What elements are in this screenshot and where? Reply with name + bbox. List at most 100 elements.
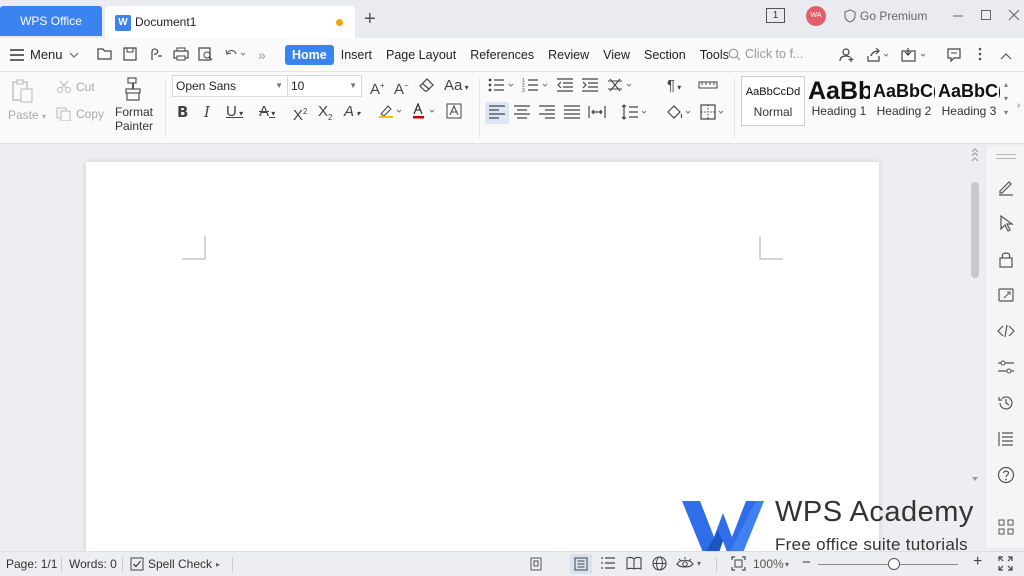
window-count-icon[interactable]: 1: [766, 8, 785, 23]
vertical-scrollbar[interactable]: [968, 146, 982, 548]
main-menu-button[interactable]: Menu: [10, 47, 79, 62]
fit-page-icon[interactable]: [731, 556, 746, 574]
scroll-top-icon[interactable]: [971, 148, 979, 162]
new-tab-button[interactable]: +: [364, 8, 376, 31]
reading-view-icon[interactable]: [626, 556, 642, 573]
align-right-icon[interactable]: [538, 104, 556, 125]
strikethrough-icon[interactable]: A ▾: [259, 103, 275, 123]
text-effects-icon[interactable]: A ▾: [344, 103, 360, 123]
apps-grid-icon[interactable]: [996, 518, 1016, 538]
zoom-level[interactable]: 100%: [753, 557, 784, 571]
web-layout-icon[interactable]: [652, 556, 667, 574]
style-heading-3[interactable]: AaBbC( Heading 3: [938, 76, 1000, 126]
spell-check-button[interactable]: Spell Check ▸: [130, 557, 220, 571]
tab-review[interactable]: Review: [541, 45, 596, 65]
lock-icon[interactable]: [996, 250, 1016, 270]
decrease-font-size-icon[interactable]: A−: [394, 77, 409, 99]
change-case-icon[interactable]: Aa ▾: [444, 77, 469, 97]
font-color-icon[interactable]: [411, 102, 437, 124]
bulleted-list-icon[interactable]: [488, 77, 516, 98]
more-options-icon[interactable]: [978, 47, 982, 64]
shading-icon[interactable]: [665, 104, 693, 125]
borders-icon[interactable]: [700, 104, 728, 125]
tab-page-layout[interactable]: Page Layout: [379, 45, 463, 65]
numbered-list-icon[interactable]: 123: [522, 77, 550, 98]
collapse-ribbon-icon[interactable]: [1000, 47, 1012, 63]
zoom-in-button[interactable]: +: [973, 553, 982, 571]
navigation-pane-icon[interactable]: [996, 430, 1016, 450]
minimize-icon[interactable]: [952, 8, 964, 24]
tab-references[interactable]: References: [463, 45, 541, 65]
cut-button[interactable]: Cut: [56, 80, 95, 94]
align-center-icon[interactable]: [513, 104, 531, 125]
justify-icon[interactable]: [563, 104, 581, 125]
open-folder-icon[interactable]: [97, 47, 113, 64]
styles-scroll-icon[interactable]: ▴ ▾ ▾: [1004, 78, 1008, 120]
style-normal[interactable]: AaBbCcDd Normal: [741, 76, 805, 126]
ribbon-scroll-right-icon[interactable]: ›: [1017, 100, 1020, 111]
format-painter-button[interactable]: Format Painter: [114, 76, 154, 133]
fullscreen-icon[interactable]: [998, 556, 1013, 574]
subscript-icon[interactable]: X2: [318, 103, 332, 127]
outline-view-icon[interactable]: [600, 556, 616, 573]
document-protection-icon[interactable]: [529, 556, 543, 575]
close-icon[interactable]: [1008, 8, 1020, 24]
font-name-select[interactable]: Open Sans ▼: [172, 75, 288, 97]
superscript-icon[interactable]: X2: [293, 103, 307, 125]
tab-insert[interactable]: Insert: [334, 45, 379, 65]
paste-button[interactable]: [8, 78, 36, 107]
zoom-out-button[interactable]: −: [802, 554, 811, 571]
line-spacing-icon[interactable]: [621, 104, 649, 125]
adjust-sliders-icon[interactable]: [996, 358, 1016, 378]
tab-section[interactable]: Section: [637, 45, 693, 65]
wps-office-tab[interactable]: WPS Office: [0, 6, 102, 36]
tab-home[interactable]: Home: [285, 45, 334, 65]
share-icon[interactable]: [866, 47, 890, 66]
zoom-slider-handle[interactable]: [888, 558, 900, 570]
scroll-down-icon[interactable]: [971, 476, 979, 482]
distributed-align-icon[interactable]: [588, 104, 606, 125]
avatar[interactable]: WA: [806, 6, 826, 26]
highlight-icon[interactable]: [378, 103, 404, 124]
text-direction-icon[interactable]: [606, 77, 634, 98]
more-quick-actions-icon[interactable]: »: [258, 47, 266, 63]
print-icon[interactable]: [173, 47, 189, 64]
undo-icon[interactable]: [224, 47, 246, 64]
word-count[interactable]: Words: 0: [69, 557, 117, 571]
page-view-icon[interactable]: [570, 554, 592, 574]
paste-dropdown[interactable]: Paste ▾: [8, 108, 46, 122]
document-page[interactable]: [86, 162, 879, 552]
style-heading-2[interactable]: AaBbC( Heading 2: [873, 76, 935, 126]
tab-view[interactable]: View: [596, 45, 637, 65]
copy-button[interactable]: Copy: [56, 107, 104, 121]
export-icon[interactable]: [901, 47, 929, 66]
increase-font-size-icon[interactable]: A+: [370, 77, 385, 99]
save-icon[interactable]: [123, 47, 137, 64]
history-icon[interactable]: [996, 394, 1016, 414]
maximize-icon[interactable]: [980, 8, 992, 24]
bold-icon[interactable]: B: [177, 103, 188, 121]
font-size-select[interactable]: 10 ▼: [287, 75, 362, 97]
share-user-icon[interactable]: [839, 47, 855, 66]
italic-icon[interactable]: I: [204, 103, 210, 121]
print-preview-icon[interactable]: [198, 47, 214, 64]
export-pdf-icon[interactable]: [149, 47, 163, 64]
ruler-icon[interactable]: [698, 77, 718, 98]
clear-formatting-icon[interactable]: [419, 77, 435, 98]
scroll-thumb[interactable]: [971, 182, 979, 278]
character-border-icon[interactable]: [446, 103, 462, 124]
command-search[interactable]: Click to f...: [728, 47, 803, 61]
code-icon[interactable]: [996, 322, 1016, 342]
page-count[interactable]: Page: 1/1: [6, 557, 57, 571]
comment-icon[interactable]: [946, 47, 962, 66]
help-icon[interactable]: [996, 466, 1016, 486]
show-formatting-marks-icon[interactable]: ¶ ▾: [667, 77, 681, 97]
zoom-dropdown-icon[interactable]: ▾: [785, 560, 789, 569]
increase-indent-icon[interactable]: [581, 77, 599, 98]
document-tools-icon[interactable]: [996, 286, 1016, 306]
underline-icon[interactable]: U ▾: [226, 103, 243, 123]
edit-pen-icon[interactable]: [996, 178, 1016, 198]
align-left-icon[interactable]: [485, 102, 509, 124]
select-cursor-icon[interactable]: [996, 214, 1016, 234]
style-heading-1[interactable]: AaBb Heading 1: [808, 76, 870, 126]
